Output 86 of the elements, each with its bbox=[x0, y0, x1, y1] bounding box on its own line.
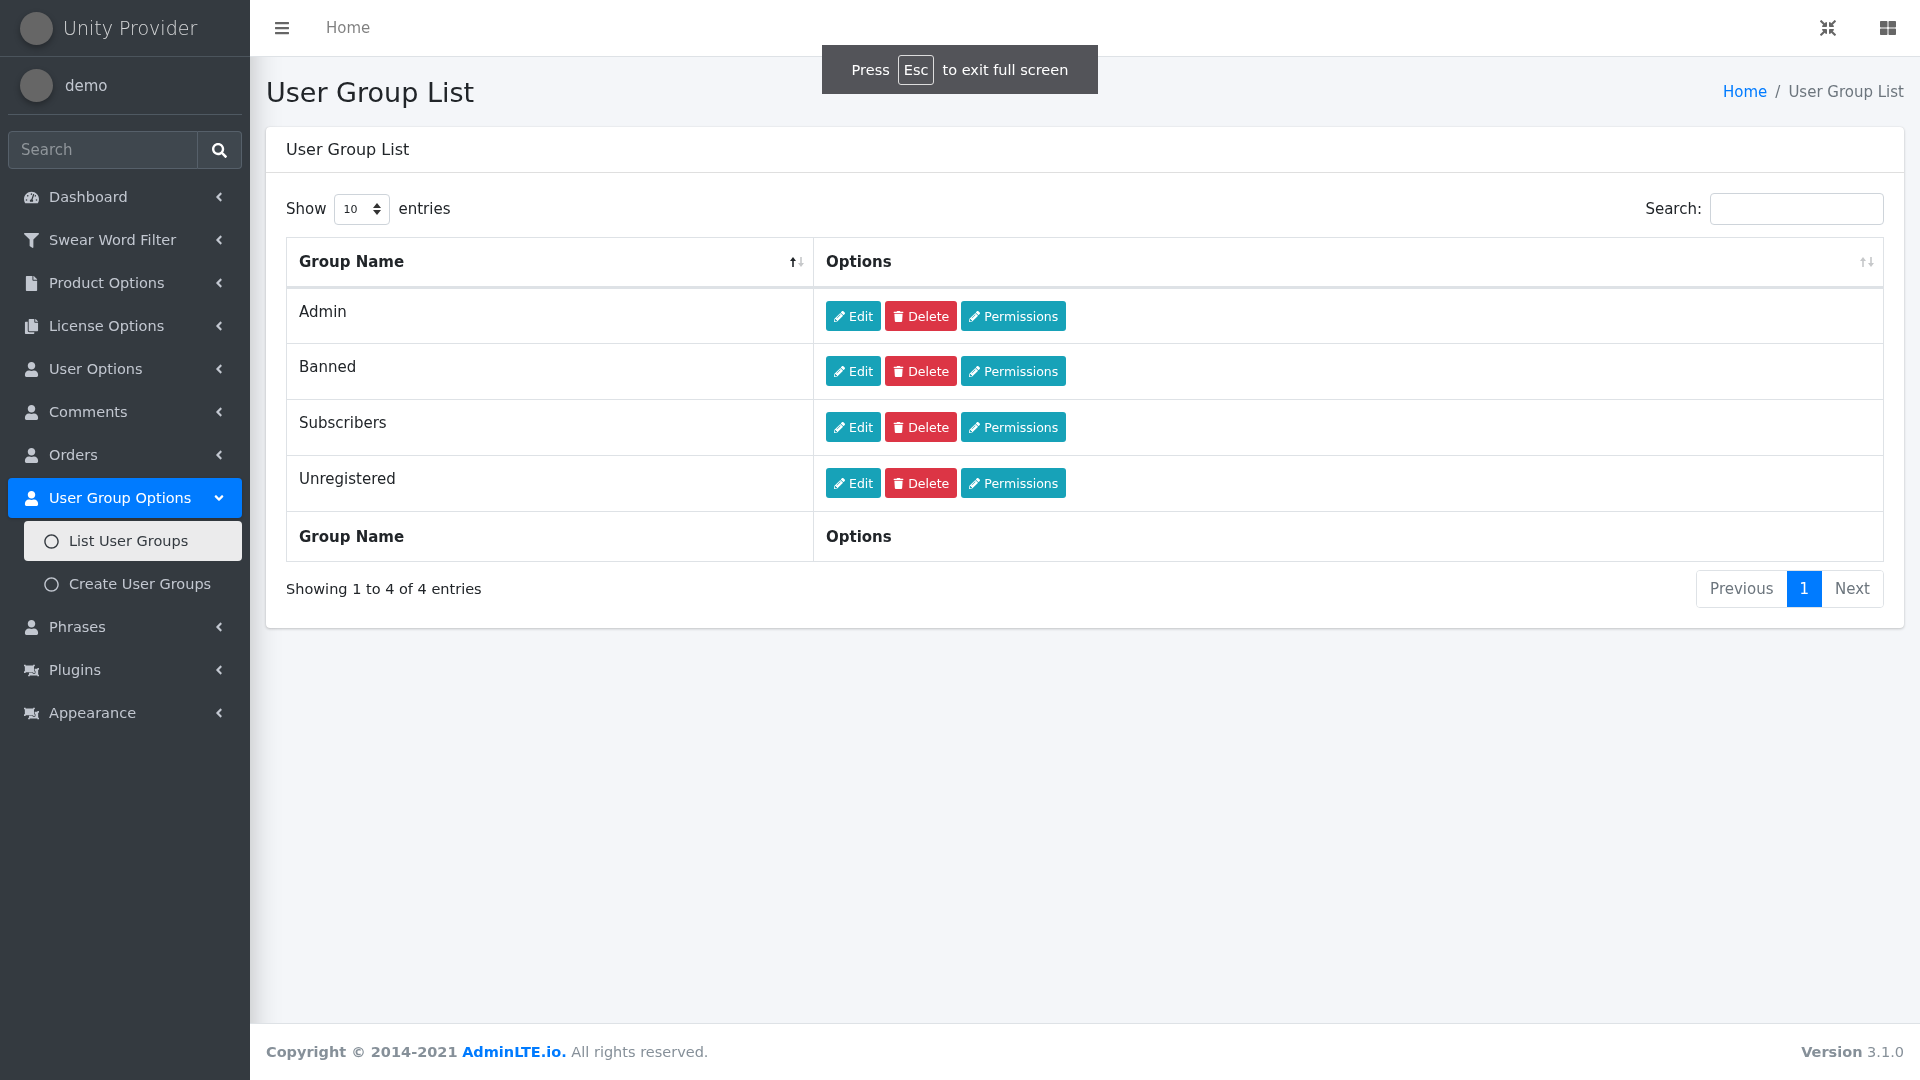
file-icon bbox=[24, 275, 39, 291]
dashboard-icon bbox=[24, 189, 39, 205]
edit-button[interactable]: Permissions bbox=[961, 412, 1067, 442]
user-icon bbox=[24, 447, 39, 463]
files-icon bbox=[24, 318, 39, 334]
search-label: Search: bbox=[1645, 200, 1702, 218]
trash-icon bbox=[893, 421, 905, 433]
notice-text: Press bbox=[851, 61, 890, 78]
trash-icon bbox=[893, 365, 905, 377]
edit-button[interactable]: Edit bbox=[826, 468, 882, 498]
caret-icon bbox=[373, 203, 382, 215]
brand-logo bbox=[20, 11, 53, 45]
search-field[interactable] bbox=[1710, 193, 1884, 225]
pencil-icon bbox=[969, 421, 981, 433]
column-header[interactable]: Options bbox=[813, 237, 1884, 288]
user-avatar bbox=[20, 69, 53, 102]
pencil-icon bbox=[969, 477, 981, 489]
notice-text: to exit full screen bbox=[942, 61, 1069, 78]
pencil-icon bbox=[834, 477, 845, 489]
sidebar-item[interactable]: Orders bbox=[8, 435, 242, 475]
edit-button[interactable]: Permissions bbox=[961, 468, 1067, 498]
user-icon bbox=[24, 361, 39, 377]
user-name[interactable]: demo bbox=[65, 76, 108, 95]
table-cell: Admin bbox=[286, 287, 814, 344]
key-label: Esc bbox=[897, 54, 935, 85]
brand-name: Unity Provider bbox=[63, 17, 198, 39]
user-icon bbox=[24, 490, 39, 506]
compress-icon bbox=[1820, 20, 1836, 36]
table-cell: Unregistered bbox=[286, 455, 814, 512]
sidebar-subitem[interactable]: Create User Groups bbox=[24, 564, 242, 604]
nav-link[interactable]: Home bbox=[326, 19, 371, 37]
edit-button[interactable]: Edit bbox=[826, 356, 882, 386]
frame-icon bbox=[24, 705, 39, 721]
search-button[interactable] bbox=[198, 131, 242, 169]
pencil-icon bbox=[969, 365, 981, 377]
sidebar-item[interactable]: License Options bbox=[8, 306, 242, 346]
pencil-icon bbox=[834, 310, 845, 322]
length-label: Show bbox=[286, 200, 327, 218]
table-info: Showing 1 to 4 of 4 entries bbox=[286, 581, 482, 597]
column-footer: Group Name bbox=[286, 511, 814, 562]
page-title: User Group List bbox=[266, 76, 475, 108]
grid-icon bbox=[1880, 20, 1896, 36]
edit-button[interactable]: Permissions bbox=[961, 301, 1067, 331]
trash-icon bbox=[893, 477, 905, 489]
user-icon bbox=[24, 404, 39, 420]
breadcrumb-separator: / bbox=[1775, 83, 1781, 101]
sidebar-subitem[interactable]: List User Groups bbox=[24, 521, 242, 561]
page-button[interactable]: 1 bbox=[1786, 571, 1823, 607]
edit-button[interactable]: Edit bbox=[826, 412, 882, 442]
column-header[interactable]: Group Name bbox=[286, 237, 814, 288]
delete-button[interactable]: Delete bbox=[885, 356, 958, 386]
table-cell: Subscribers bbox=[286, 399, 814, 456]
sidebar-item[interactable]: Comments bbox=[8, 392, 242, 432]
sidebar-item[interactable]: Plugins bbox=[8, 650, 242, 690]
search-icon bbox=[212, 142, 227, 158]
current-page-text: User Group List bbox=[1788, 83, 1904, 101]
sidebar-item[interactable]: User Options bbox=[8, 349, 242, 389]
filter-icon bbox=[24, 232, 39, 248]
trash-icon bbox=[893, 310, 905, 322]
home-link[interactable]: Home bbox=[1723, 83, 1768, 101]
sidebar-item[interactable]: Dashboard bbox=[8, 177, 242, 217]
column-footer: Options bbox=[813, 511, 1884, 562]
sidebar-item[interactable]: Product Options bbox=[8, 263, 242, 303]
adminlte-link[interactable]: AdminLTE.io. bbox=[462, 1044, 567, 1060]
delete-button[interactable]: Delete bbox=[885, 468, 958, 498]
length-label: entries bbox=[398, 200, 451, 218]
edit-button[interactable]: Edit bbox=[826, 301, 882, 331]
menu-icon bbox=[274, 20, 290, 36]
sidebar-item[interactable]: Swear Word Filter bbox=[8, 220, 242, 260]
sidebar-search-field[interactable]: Search bbox=[8, 131, 198, 169]
entries-select[interactable]: 10 bbox=[334, 193, 391, 225]
sidebar-item[interactable]: User Group Options bbox=[8, 478, 242, 518]
sidebar-item[interactable]: Appearance bbox=[8, 693, 242, 733]
card-title: User Group List bbox=[286, 140, 410, 159]
user-icon bbox=[24, 619, 39, 635]
copyright-text: Copyright © 2014-2021 AdminLTE.io. All rights reserved. bbox=[266, 1044, 709, 1060]
version-text: Version 3.1.0 bbox=[1801, 1044, 1904, 1060]
frame-icon bbox=[24, 662, 39, 678]
pencil-icon bbox=[969, 310, 981, 322]
pencil-icon bbox=[834, 421, 845, 433]
pencil-icon bbox=[834, 365, 845, 377]
table-cell: Banned bbox=[286, 343, 814, 400]
delete-button[interactable]: Delete bbox=[885, 412, 958, 442]
edit-button[interactable]: Permissions bbox=[961, 356, 1067, 386]
sidebar-item[interactable]: Phrases bbox=[8, 607, 242, 647]
delete-button[interactable]: Delete bbox=[885, 301, 958, 331]
